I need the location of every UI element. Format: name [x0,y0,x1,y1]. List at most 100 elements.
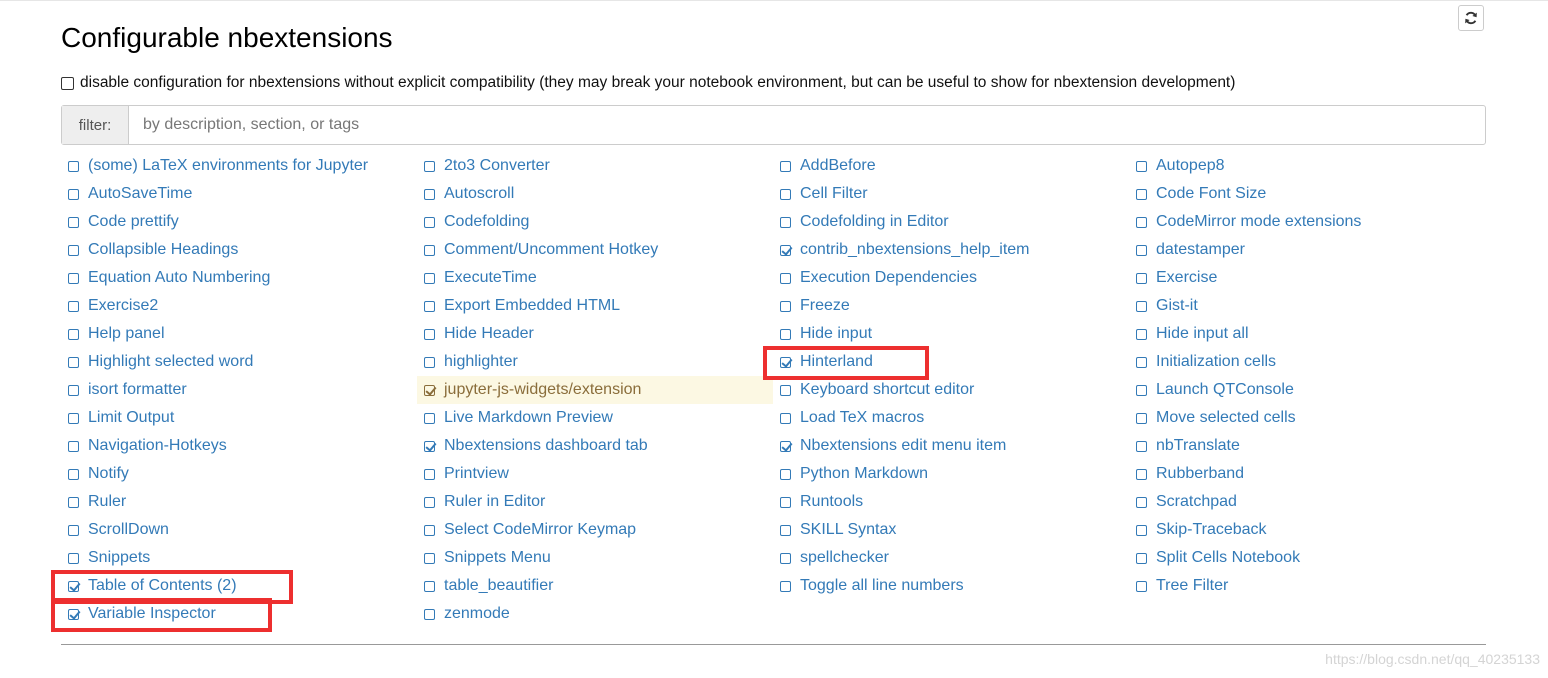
unchecked-checkbox-icon[interactable] [780,300,791,312]
extension-item[interactable]: spellchecker [773,544,1129,572]
extension-item[interactable]: Hide input all [1129,320,1486,348]
unchecked-checkbox-icon[interactable] [68,328,79,340]
unchecked-checkbox-icon[interactable] [424,412,435,424]
extension-item[interactable]: ExecuteTime [417,264,773,292]
extension-item[interactable]: table_beautifier [417,572,773,600]
unchecked-checkbox-icon[interactable] [1136,160,1147,172]
extension-item[interactable]: Live Markdown Preview [417,404,773,432]
extension-item[interactable]: Initialization cells [1129,348,1486,376]
extension-item[interactable]: Ruler [61,488,417,516]
checked-checkbox-icon[interactable] [780,440,791,452]
unchecked-checkbox-icon[interactable] [780,496,791,508]
unchecked-checkbox-icon[interactable] [780,580,791,592]
extension-item[interactable]: Gist-it [1129,292,1486,320]
unchecked-checkbox-icon[interactable] [780,384,791,396]
unchecked-checkbox-icon[interactable] [68,384,79,396]
unchecked-checkbox-icon[interactable] [780,552,791,564]
unchecked-checkbox-icon[interactable] [424,356,435,368]
extension-item[interactable]: Comment/Uncomment Hotkey [417,236,773,264]
unchecked-checkbox-icon[interactable] [1136,440,1147,452]
extension-item[interactable]: isort formatter [61,376,417,404]
extension-item[interactable]: Export Embedded HTML [417,292,773,320]
filter-input[interactable] [129,106,1485,144]
unchecked-checkbox-icon[interactable] [424,580,435,592]
checked-checkbox-icon[interactable] [780,244,791,256]
extension-item[interactable]: Load TeX macros [773,404,1129,432]
extension-item[interactable]: Exercise [1129,264,1486,292]
unchecked-checkbox-icon[interactable] [1136,524,1147,536]
extension-item[interactable]: Rubberband [1129,460,1486,488]
extension-item[interactable]: Freeze [773,292,1129,320]
disable-compatibility-checkbox[interactable] [61,76,74,90]
refresh-button[interactable] [1458,5,1484,31]
checked-checkbox-icon[interactable] [780,356,791,368]
extension-item[interactable]: Collapsible Headings [61,236,417,264]
extension-item[interactable]: Hinterland [773,348,1129,376]
unchecked-checkbox-icon[interactable] [1136,216,1147,228]
unchecked-checkbox-icon[interactable] [1136,384,1147,396]
unchecked-checkbox-icon[interactable] [68,412,79,424]
unchecked-checkbox-icon[interactable] [424,468,435,480]
extension-item[interactable]: Runtools [773,488,1129,516]
extension-item[interactable]: Exercise2 [61,292,417,320]
extension-item[interactable]: Launch QTConsole [1129,376,1486,404]
checked-checkbox-icon[interactable] [68,580,79,592]
extension-item[interactable]: CodeMirror mode extensions [1129,208,1486,236]
unchecked-checkbox-icon[interactable] [1136,468,1147,480]
unchecked-checkbox-icon[interactable] [1136,552,1147,564]
checked-checkbox-icon[interactable] [424,440,435,452]
unchecked-checkbox-icon[interactable] [424,608,435,620]
extension-item[interactable]: datestamper [1129,236,1486,264]
unchecked-checkbox-icon[interactable] [780,468,791,480]
extension-item[interactable]: Autopep8 [1129,152,1486,180]
extension-item[interactable]: Keyboard shortcut editor [773,376,1129,404]
unchecked-checkbox-icon[interactable] [68,468,79,480]
unchecked-checkbox-icon[interactable] [780,524,791,536]
unchecked-checkbox-icon[interactable] [424,160,435,172]
unchecked-checkbox-icon[interactable] [780,216,791,228]
unchecked-checkbox-icon[interactable] [1136,328,1147,340]
extension-item[interactable]: contrib_nbextensions_help_item [773,236,1129,264]
unchecked-checkbox-icon[interactable] [1136,188,1147,200]
extension-item[interactable]: Codefolding in Editor [773,208,1129,236]
checked-checkbox-icon[interactable] [424,384,435,396]
extension-item[interactable]: Cell Filter [773,180,1129,208]
extension-item[interactable]: Select CodeMirror Keymap [417,516,773,544]
extension-item[interactable]: Navigation-Hotkeys [61,432,417,460]
unchecked-checkbox-icon[interactable] [68,244,79,256]
extension-item[interactable]: Nbextensions edit menu item [773,432,1129,460]
checked-checkbox-icon[interactable] [68,608,79,620]
extension-item[interactable]: Code Font Size [1129,180,1486,208]
extension-item[interactable]: Snippets [61,544,417,572]
extension-item[interactable]: Split Cells Notebook [1129,544,1486,572]
unchecked-checkbox-icon[interactable] [68,188,79,200]
extension-item[interactable]: Autoscroll [417,180,773,208]
unchecked-checkbox-icon[interactable] [68,496,79,508]
unchecked-checkbox-icon[interactable] [1136,412,1147,424]
extension-item[interactable]: Snippets Menu [417,544,773,572]
extension-item[interactable]: highlighter [417,348,773,376]
unchecked-checkbox-icon[interactable] [1136,244,1147,256]
extension-item[interactable]: Help panel [61,320,417,348]
unchecked-checkbox-icon[interactable] [68,552,79,564]
extension-item[interactable]: Toggle all line numbers [773,572,1129,600]
extension-item[interactable]: Highlight selected word [61,348,417,376]
extension-item[interactable]: Scratchpad [1129,488,1486,516]
extension-item[interactable]: Execution Dependencies [773,264,1129,292]
extension-item[interactable]: (some) LaTeX environments for Jupyter [61,152,417,180]
unchecked-checkbox-icon[interactable] [68,524,79,536]
unchecked-checkbox-icon[interactable] [1136,300,1147,312]
unchecked-checkbox-icon[interactable] [1136,580,1147,592]
unchecked-checkbox-icon[interactable] [1136,272,1147,284]
unchecked-checkbox-icon[interactable] [68,300,79,312]
unchecked-checkbox-icon[interactable] [780,188,791,200]
extension-item[interactable]: Move selected cells [1129,404,1486,432]
unchecked-checkbox-icon[interactable] [1136,496,1147,508]
extension-item[interactable]: Codefolding [417,208,773,236]
unchecked-checkbox-icon[interactable] [424,188,435,200]
extension-item[interactable]: Skip-Traceback [1129,516,1486,544]
unchecked-checkbox-icon[interactable] [424,244,435,256]
unchecked-checkbox-icon[interactable] [424,524,435,536]
unchecked-checkbox-icon[interactable] [424,216,435,228]
extension-item[interactable]: ScrollDown [61,516,417,544]
